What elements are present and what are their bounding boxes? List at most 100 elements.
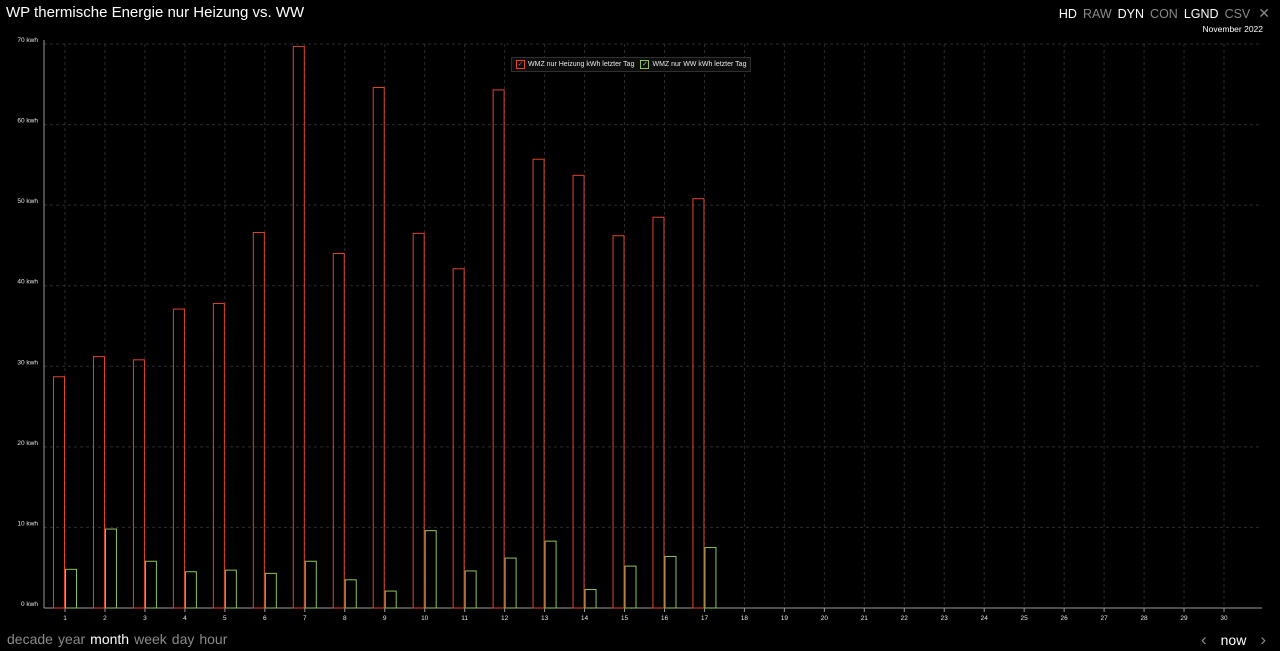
mode-csv[interactable]: CSV <box>1225 7 1251 21</box>
legend-item-ww[interactable]: ✓ WMZ nur WW kWh letzter Tag <box>640 60 746 69</box>
bar-chart: 0 kwh 10 kwh 20 kwh 30 kwh 40 kwh 50 kwh 60 kw… <box>17 37 1262 622</box>
bar-heizung <box>53 376 65 609</box>
x-tick-label: 30 <box>1220 615 1228 622</box>
mode-raw[interactable]: RAW <box>1083 7 1112 21</box>
x-tick-label: 10 <box>421 615 429 622</box>
bar-heizung <box>572 174 585 609</box>
x-tick-label: 23 <box>941 615 949 622</box>
bar-heizung <box>532 158 545 609</box>
range-decade[interactable]: decade <box>7 631 53 647</box>
x-tick-label: 9 <box>383 615 387 622</box>
bar-heizung <box>412 232 425 609</box>
range-year[interactable]: year <box>58 631 85 647</box>
bar-heizung <box>652 216 665 609</box>
y-tick-label: 30 kwh <box>17 359 38 366</box>
bar-heizung <box>492 89 505 609</box>
bar-ww <box>344 579 357 609</box>
chart-legend: ✓ WMZ nur Heizung kWh letzter Tag ✓ WMZ … <box>511 57 752 72</box>
x-tick-label: 1 <box>63 615 67 622</box>
bar-heizung <box>292 45 305 609</box>
chart-header: WP thermische Energie nur Heizung vs. WW… <box>0 0 1280 34</box>
x-tick-label: 6 <box>263 615 267 622</box>
period-nav: ‹ now › <box>1201 630 1266 650</box>
x-tick-label: 17 <box>701 615 709 622</box>
bar-heizung <box>692 198 705 609</box>
y-tick-label: 20 kwh <box>17 440 38 447</box>
x-tick-label: 8 <box>343 615 347 622</box>
x-tick-label: 15 <box>621 615 629 622</box>
bar-heizung <box>452 268 465 609</box>
bar-heizung <box>132 359 145 609</box>
bar-ww <box>704 547 717 609</box>
legend-label-heizung: WMZ nur Heizung kWh letzter Tag <box>528 61 635 68</box>
bar-heizung <box>212 302 225 609</box>
checkbox-checked-icon: ✓ <box>640 60 650 69</box>
bar-ww <box>624 565 637 609</box>
bar-ww <box>304 560 317 609</box>
now-button[interactable]: now <box>1221 632 1247 648</box>
legend-item-heizung[interactable]: ✓ WMZ nur Heizung kWh letzter Tag <box>516 60 634 69</box>
bar-ww <box>504 557 517 609</box>
y-tick-label: 0 kwh <box>21 601 38 608</box>
x-tick-label: 21 <box>861 615 869 622</box>
range-hour[interactable]: hour <box>199 631 227 647</box>
bar-ww <box>65 568 77 609</box>
bar-ww <box>104 528 117 609</box>
bar-ww <box>144 560 157 609</box>
x-tick-label: 28 <box>1140 615 1148 622</box>
chevron-left-icon[interactable]: ‹ <box>1201 630 1207 650</box>
chart-title: WP thermische Energie nur Heizung vs. WW <box>6 4 305 21</box>
x-tick-label: 16 <box>661 615 669 622</box>
range-week[interactable]: week <box>134 631 167 647</box>
mode-lgnd[interactable]: LGND <box>1184 7 1219 21</box>
bar-ww <box>584 588 597 609</box>
x-tick-label: 3 <box>143 615 147 622</box>
range-month[interactable]: month <box>90 631 129 647</box>
x-tick-label: 22 <box>901 615 909 622</box>
bar-ww <box>184 571 197 609</box>
x-tick-label: 27 <box>1100 615 1108 622</box>
x-tick-label: 7 <box>303 615 307 622</box>
mode-con[interactable]: CON <box>1150 7 1178 21</box>
bar-ww <box>664 555 677 609</box>
x-tick-label: 19 <box>781 615 789 622</box>
time-navigation: decade year month week day hour ‹ now › <box>0 630 1280 651</box>
y-tick-label: 10 kwh <box>17 520 38 527</box>
bar-ww <box>264 572 277 609</box>
bar-heizung <box>172 308 185 609</box>
y-tick-label: 70 kwh <box>17 37 38 44</box>
x-tick-label: 25 <box>1021 615 1029 622</box>
bar-ww <box>384 590 397 609</box>
mode-toggles: HD RAW DYN CON LGND CSV ✕ <box>1059 5 1270 22</box>
x-tick-label: 12 <box>501 615 509 622</box>
bar-heizung <box>332 252 345 609</box>
x-tick-label: 4 <box>183 615 187 622</box>
x-tick-label: 13 <box>541 615 549 622</box>
chevron-right-icon[interactable]: › <box>1260 630 1266 650</box>
bar-heizung <box>372 87 385 609</box>
bar-heizung <box>252 232 265 609</box>
close-icon[interactable]: ✕ <box>1258 5 1270 22</box>
checkbox-checked-icon: ✓ <box>516 60 525 69</box>
x-tick-label: 24 <box>981 615 989 622</box>
bar-ww <box>464 570 477 609</box>
bar-ww <box>424 530 437 609</box>
bar-ww <box>544 540 557 609</box>
range-day[interactable]: day <box>172 631 195 647</box>
mode-dyn[interactable]: DYN <box>1118 7 1144 21</box>
x-tick-label: 11 <box>461 615 468 622</box>
x-tick-label: 5 <box>223 615 227 622</box>
y-tick-label: 60 kwh <box>17 118 38 125</box>
bar-ww <box>224 569 237 609</box>
y-tick-label: 40 kwh <box>17 279 38 286</box>
bar-heizung <box>92 356 105 609</box>
x-tick-label: 20 <box>821 615 829 622</box>
legend-label-ww: WMZ nur WW kWh letzter Tag <box>652 61 747 68</box>
x-tick-label: 29 <box>1180 615 1188 622</box>
range-selector: decade year month week day hour <box>7 631 227 647</box>
x-tick-label: 14 <box>581 615 589 622</box>
x-tick-label: 18 <box>741 615 749 622</box>
period-label: November 2022 <box>1202 24 1263 34</box>
bar-heizung <box>612 235 625 609</box>
mode-hd[interactable]: HD <box>1059 7 1077 21</box>
